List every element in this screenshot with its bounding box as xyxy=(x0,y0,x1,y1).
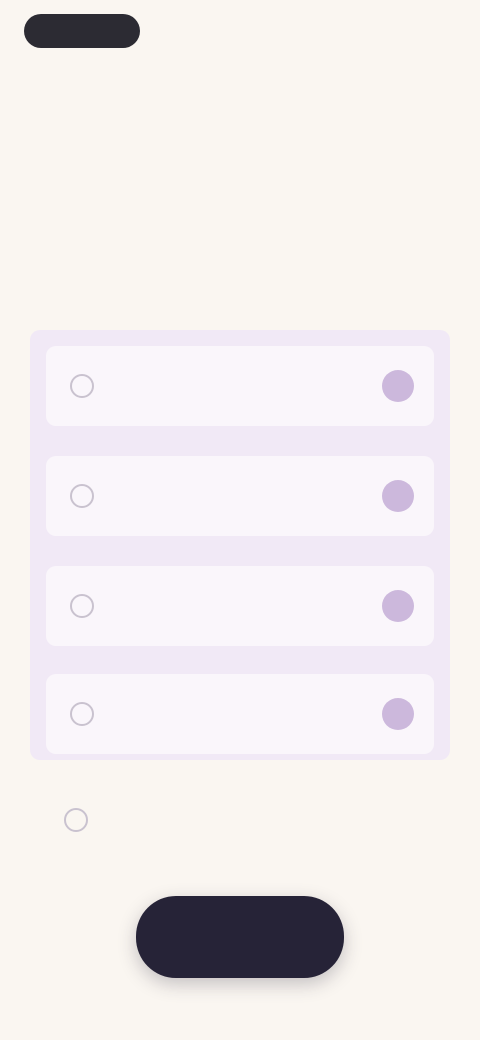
continue-button[interactable] xyxy=(136,896,344,978)
info-icon[interactable] xyxy=(382,698,414,730)
back-button[interactable] xyxy=(24,14,140,48)
radio-button[interactable] xyxy=(70,484,94,508)
info-icon[interactable] xyxy=(382,590,414,622)
top-bar xyxy=(0,0,480,70)
info-icon[interactable] xyxy=(382,370,414,402)
option-1[interactable] xyxy=(46,346,434,426)
radio-button[interactable] xyxy=(70,702,94,726)
option-3[interactable] xyxy=(46,566,434,646)
radio-button[interactable] xyxy=(70,594,94,618)
option-2[interactable] xyxy=(46,456,434,536)
radio-button[interactable] xyxy=(64,808,88,832)
info-icon[interactable] xyxy=(382,480,414,512)
radio-button[interactable] xyxy=(70,374,94,398)
options-panel xyxy=(30,330,450,760)
option-4[interactable] xyxy=(46,674,434,754)
none-option[interactable] xyxy=(30,790,450,850)
